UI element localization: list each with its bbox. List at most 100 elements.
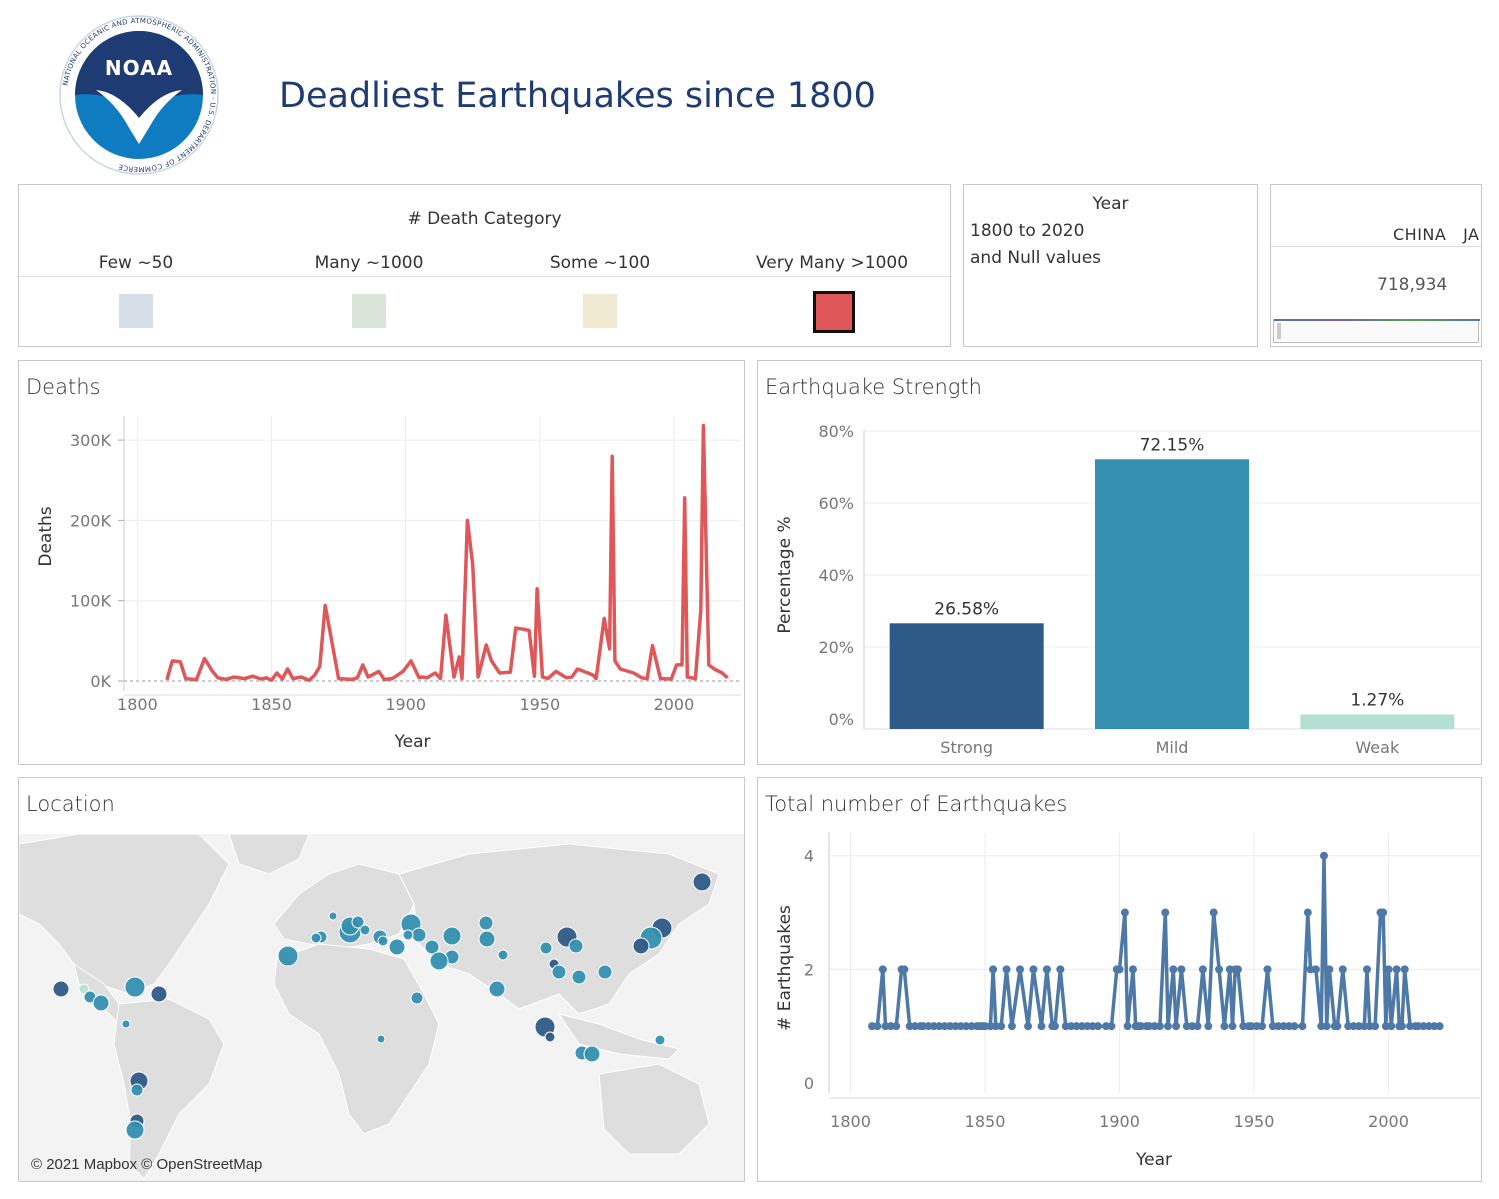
year-filter-title: Year [1092, 194, 1129, 214]
count-point [1015, 965, 1024, 974]
legend-swatch-some[interactable] [583, 294, 617, 328]
strength-y-tick-label: 60% [818, 494, 854, 513]
count-point [1387, 1022, 1396, 1031]
deaths-x-tick-label: 1950 [519, 695, 560, 714]
count-point [892, 1022, 901, 1031]
count-point [989, 965, 998, 974]
earthquake-location-dot [539, 941, 553, 955]
earthquake-location-dot [411, 927, 427, 943]
count-point [1338, 965, 1347, 974]
count-point [1120, 908, 1129, 917]
count-point [1322, 1022, 1331, 1031]
strength-category-label: Mild [1156, 738, 1189, 757]
count-point [1233, 965, 1242, 974]
year-filter[interactable]: Year 1800 to 2020 and Null values [963, 184, 1258, 347]
earthquake-location-dot [125, 1120, 145, 1140]
count-point [1258, 1022, 1267, 1031]
earthquake-location-dot [571, 969, 587, 985]
count-point [1204, 1022, 1213, 1031]
earthquake-location-dot [497, 949, 509, 961]
count-point [1303, 908, 1312, 917]
count-y-axis-label: # Earthquakes [775, 905, 795, 1031]
count-point [1161, 908, 1170, 917]
world-map[interactable] [19, 834, 744, 1181]
count-series-line [872, 853, 1440, 1028]
deaths-x-tick-label: 1850 [251, 695, 292, 714]
earthquake-location-dot [377, 935, 389, 947]
strength-value-label: 72.15% [1140, 435, 1205, 455]
earthquake-location-dot [410, 991, 424, 1005]
count-point [1037, 1022, 1046, 1031]
logo-text: NOAA [105, 56, 173, 80]
count-point [1311, 965, 1320, 974]
count-point [1002, 965, 1011, 974]
earthquake-location-dot [124, 976, 146, 998]
count-point [1228, 1022, 1237, 1031]
strength-bar-strong [889, 623, 1044, 729]
legend-title: # Death Category [407, 209, 562, 229]
strength-y-tick-label: 80% [818, 422, 854, 441]
count-point [1024, 1022, 1033, 1031]
earthquake-location-dot [692, 872, 712, 892]
death-category-legend: # Death Category Few ~50 Many ~1000 Some… [18, 184, 951, 347]
count-point [1007, 1022, 1016, 1031]
horizontal-scrollbar[interactable] [1273, 319, 1480, 343]
count-point [1400, 965, 1409, 974]
count-line-chart: 1800 1850 1900 1950 2000 0 2 4 Year # Earthquakes [775, 833, 1480, 1170]
count-point [1319, 851, 1328, 860]
count-point [900, 965, 909, 974]
count-point [1384, 965, 1393, 974]
count-point [1056, 965, 1065, 974]
count-x-tick-label: 2000 [1368, 1112, 1409, 1131]
earthquake-location-dot [150, 985, 168, 1003]
legend-label-few: Few ~50 [98, 253, 174, 273]
count-point [1397, 1022, 1406, 1031]
count-point [1220, 1022, 1229, 1031]
deaths-y-axis-label: Deaths [36, 506, 56, 566]
count-point [1177, 965, 1186, 974]
count-point [1435, 1022, 1444, 1031]
count-point [873, 1022, 882, 1031]
count-point [1263, 965, 1272, 974]
earthquake-location-dot [359, 924, 371, 936]
count-y-tick-label: 2 [804, 960, 814, 979]
earthquake-location-dot [583, 1045, 601, 1063]
earthquake-location-dot [388, 938, 406, 956]
count-point [878, 965, 887, 974]
strength-y-axis-label: Percentage % [775, 516, 795, 633]
page-title: Deadliest Earthquakes since 1800 [279, 76, 876, 116]
count-point [1042, 965, 1051, 974]
earthquake-location-dot [478, 930, 496, 948]
strength-category-label: Strong [940, 738, 993, 757]
earthquake-location-dot [478, 915, 494, 931]
country-value: 718,934 [1377, 275, 1448, 295]
legend-swatch-very-many[interactable] [813, 291, 855, 333]
count-point [1172, 1022, 1181, 1031]
earthquake-location-dot [310, 932, 322, 944]
strength-y-tick-label: 40% [818, 566, 854, 585]
noaa-emblem-icon: NOAA NATIONAL OCEANIC AND ATMOSPHERIC AD… [59, 15, 219, 175]
count-y-tick-label: 4 [804, 847, 814, 866]
count-point [1298, 1022, 1307, 1031]
deaths-y-tick-label: 200K [70, 511, 112, 530]
year-filter-range: 1800 to 2020 [970, 221, 1085, 241]
count-point [1107, 1022, 1116, 1031]
earthquake-location-dot [551, 964, 567, 980]
count-point [1128, 965, 1137, 974]
count-point [1115, 965, 1124, 974]
count-point [1169, 965, 1178, 974]
strength-y-tick-label: 20% [818, 638, 854, 657]
strength-panel: Earthquake Strength 0% 20% 40% 60% 80% Percen… [757, 360, 1482, 765]
earthquake-location-dot [568, 938, 584, 954]
legend-label-many: Many ~1000 [314, 253, 424, 273]
count-panel: Total number of Earthquakes 1800 1850 1900… [757, 777, 1482, 1182]
legend-swatch-few[interactable] [119, 294, 153, 328]
legend-swatch-many[interactable] [352, 294, 386, 328]
deaths-y-tick-label: 0K [90, 672, 111, 691]
location-panel-title: Location [26, 792, 115, 816]
count-point [1193, 1022, 1202, 1031]
earthquake-location-dot [442, 926, 462, 946]
count-point [1094, 1022, 1103, 1031]
strength-bar-mild [1095, 459, 1249, 729]
count-point [1392, 965, 1401, 974]
